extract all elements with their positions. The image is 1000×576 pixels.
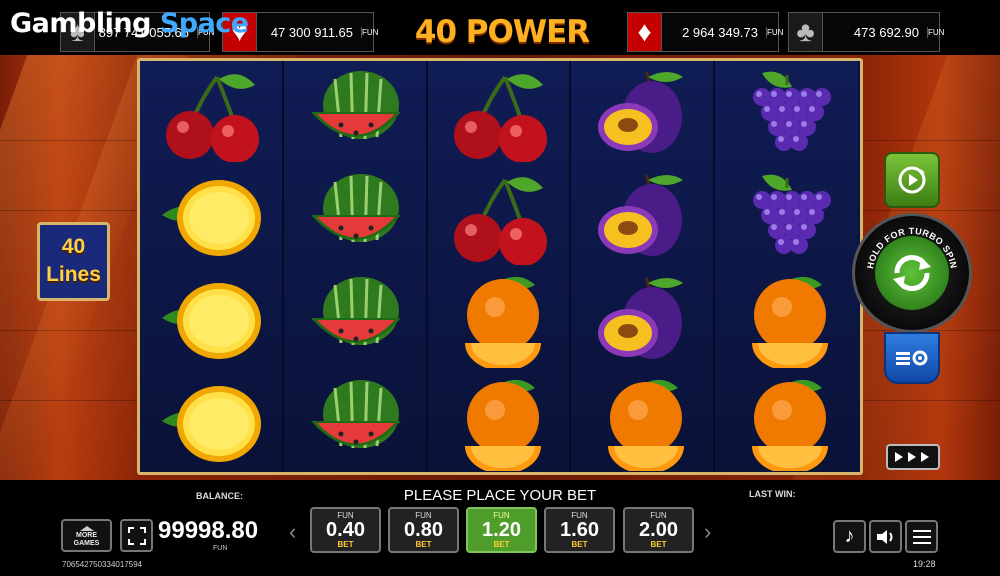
bet-value: 0.40	[326, 519, 365, 541]
reel-3	[428, 61, 571, 472]
diamond-icon: ♦	[628, 13, 662, 51]
watermelon-symbol	[284, 269, 427, 372]
lemon-symbol	[140, 269, 283, 372]
bet-value: 2.00	[639, 519, 678, 541]
watermelon-symbol	[284, 372, 427, 475]
fullscreen-icon	[127, 526, 146, 545]
bet-button-5[interactable]: FUN 2.00 BET	[623, 507, 694, 553]
lines-number: 40	[61, 235, 86, 258]
autoplay-icon	[898, 166, 926, 194]
reel-separator	[569, 61, 571, 472]
orange-symbol	[571, 372, 714, 475]
bet-label: BET	[493, 540, 510, 549]
lemon-symbol	[140, 372, 283, 475]
lines-badge: 40 Lines	[37, 222, 110, 301]
reel-separator	[282, 61, 284, 472]
lemon-symbol	[140, 166, 283, 269]
bet-label: BET	[337, 540, 354, 549]
reel-separator	[426, 61, 428, 472]
jackpot-fun-label: FUN	[766, 26, 784, 38]
orange-symbol	[715, 372, 858, 475]
house-icon	[79, 526, 94, 531]
game-title: 40 POWER HOT	[414, 14, 590, 90]
watermelon-symbol	[284, 63, 427, 166]
jackpot-amount: 473 692.90	[853, 24, 919, 40]
clock: 19:28	[913, 559, 936, 569]
reel-area	[137, 58, 863, 475]
cherry-symbol	[428, 63, 571, 166]
bet-button-2[interactable]: FUN 0.80 BET	[388, 507, 459, 553]
orange-symbol	[428, 372, 571, 475]
menu-button[interactable]	[905, 520, 938, 553]
balance-label: BALANCE:	[196, 491, 243, 501]
autoplay-button[interactable]	[884, 152, 940, 208]
spin-arrows-icon	[893, 254, 931, 292]
bet-label: BET	[650, 540, 667, 549]
jackpot-amount: 47 300 911.65	[270, 24, 353, 40]
reel-separator	[713, 61, 715, 472]
jackpot-amount: 2 964 349.73	[682, 24, 758, 40]
session-id: 70654275033401​7594	[62, 560, 143, 569]
speaker-icon	[876, 529, 892, 544]
bet-button-1[interactable]: FUN 0.40 BET	[310, 507, 381, 553]
fullscreen-button[interactable]	[120, 519, 153, 552]
last-win-label: LAST WIN:	[749, 489, 796, 499]
plum-symbol	[571, 166, 714, 269]
music-note-icon: ♪	[844, 525, 855, 547]
balance-value: 99998.80	[158, 517, 259, 544]
spin-core	[875, 236, 949, 310]
grapes-symbol	[715, 63, 858, 166]
orange-symbol	[715, 269, 858, 372]
plum-symbol	[571, 63, 714, 166]
reel-4	[571, 61, 714, 472]
plum-symbol	[571, 269, 714, 372]
jackpot-fun-label: FUN	[361, 26, 379, 38]
reel-5	[715, 61, 858, 472]
jackpot-fun-label: FUN	[927, 26, 945, 38]
bet-label: BET	[571, 540, 588, 549]
bet-next-arrow[interactable]: ›	[704, 519, 711, 545]
music-button[interactable]: ♪	[833, 520, 866, 553]
settings-icon	[896, 350, 928, 366]
reel-2	[284, 61, 427, 472]
status-message: PLEASE PLACE YOUR BET	[403, 487, 597, 504]
bet-button-3[interactable]: FUN 1.20 BET	[466, 507, 537, 553]
more-games-button[interactable]: MORE GAMES	[61, 519, 112, 552]
grapes-symbol	[715, 166, 858, 269]
bet-value: 1.20	[482, 519, 521, 541]
balance-currency: FUN	[213, 545, 228, 552]
cherry-symbol	[140, 63, 283, 166]
lines-word: Lines	[46, 263, 101, 286]
orange-symbol	[428, 269, 571, 372]
bet-prev-arrow[interactable]: ‹	[289, 519, 296, 545]
brand-logo: Gambling Space	[10, 8, 249, 39]
jackpot-diamond: ♦ 2 964 349.73 FUN	[627, 12, 784, 52]
bet-value: 1.60	[560, 519, 599, 541]
bet-label: BET	[415, 540, 432, 549]
jackpot-club: ♣ 473 692.90 FUN	[788, 12, 945, 52]
fast-forward-button[interactable]	[886, 444, 940, 470]
settings-button[interactable]	[884, 332, 940, 384]
spin-button[interactable]: HOLD FOR TURBO SPIN	[852, 213, 972, 333]
reel-1	[140, 61, 283, 472]
bet-button-4[interactable]: FUN 1.60 BET	[544, 507, 615, 553]
cherry-symbol	[428, 166, 571, 269]
club-icon: ♣	[789, 13, 823, 51]
fast-forward-icon	[895, 452, 929, 462]
hamburger-icon	[912, 529, 931, 544]
sound-button[interactable]	[869, 520, 902, 553]
watermelon-symbol	[284, 166, 427, 269]
bet-value: 0.80	[404, 519, 443, 541]
